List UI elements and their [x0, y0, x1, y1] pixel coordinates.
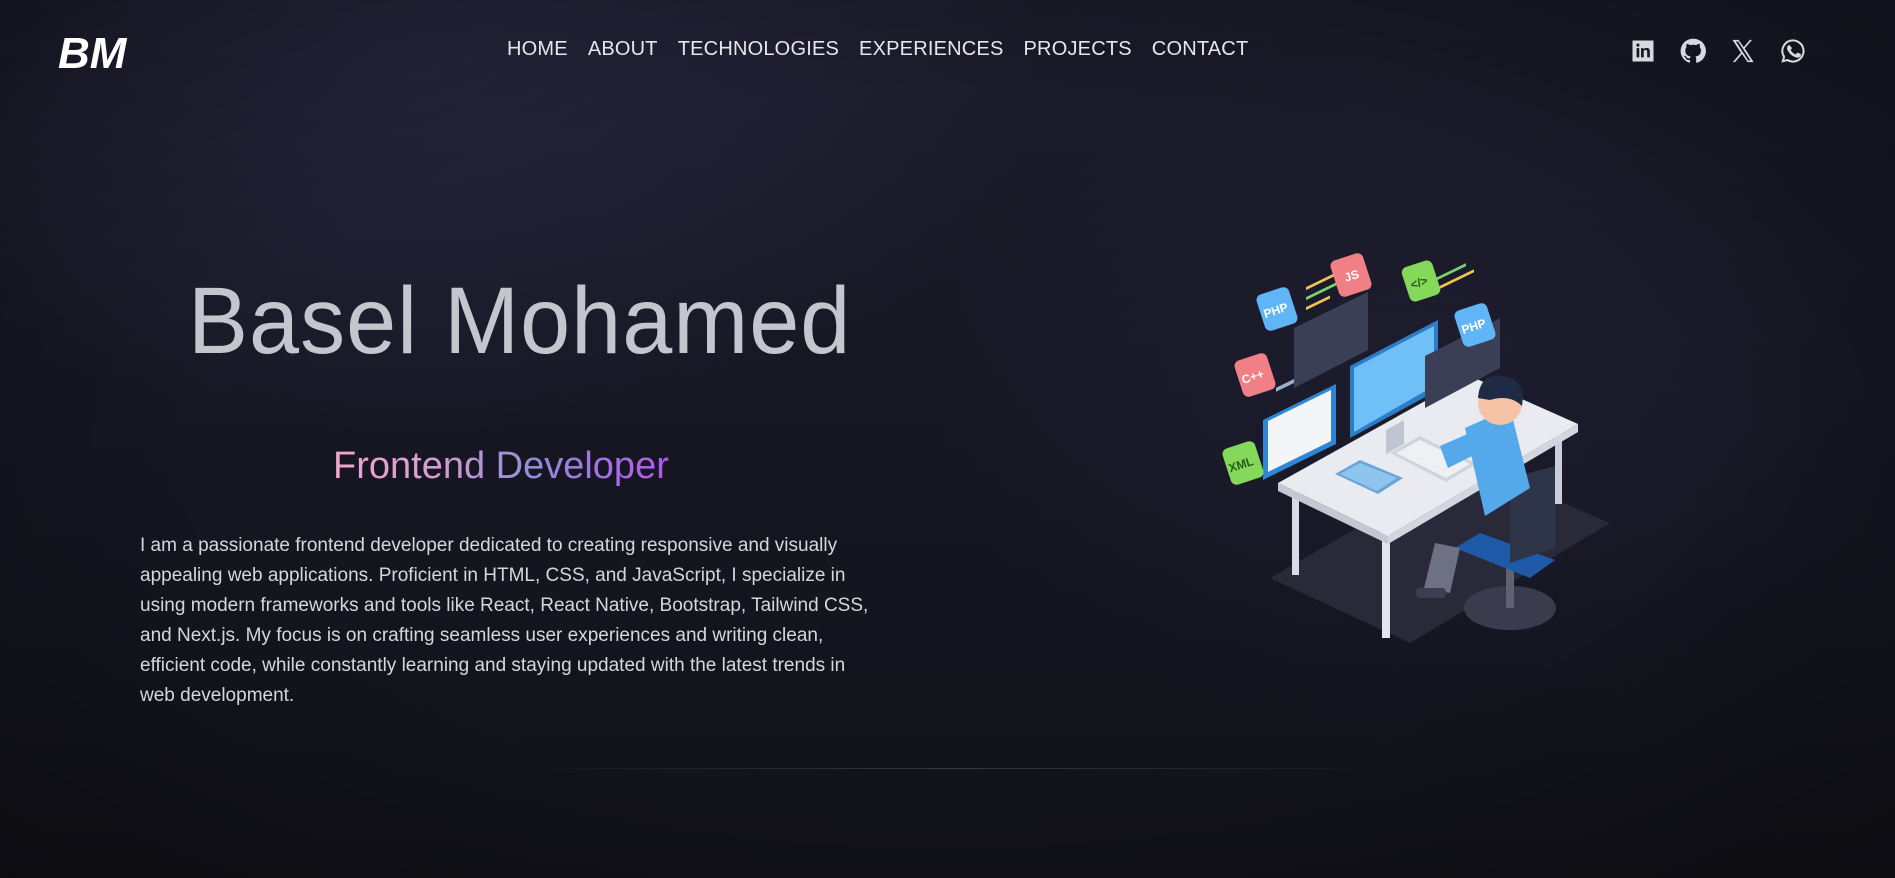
nav-technologies[interactable]: TECHNOLOGIES: [678, 38, 839, 61]
section-divider: [490, 768, 1420, 769]
nav-projects[interactable]: PROJECTS: [1024, 38, 1132, 61]
nav-contact[interactable]: CONTACT: [1152, 38, 1249, 61]
x-icon[interactable]: [1728, 36, 1758, 66]
linkedin-icon[interactable]: [1628, 36, 1658, 66]
nav-home[interactable]: HOME: [507, 38, 568, 61]
whatsapp-icon[interactable]: [1778, 36, 1808, 66]
developer-illustration: PHP JS </> PHP C++ XML: [1222, 253, 1610, 643]
hero-role: Frontend Developer: [333, 445, 669, 487]
nav-about[interactable]: ABOUT: [588, 38, 658, 61]
social-links: [1628, 36, 1808, 66]
main-nav: HOME ABOUT TECHNOLOGIES EXPERIENCES PROJ…: [507, 38, 1268, 61]
hero-description: I am a passionate frontend developer ded…: [140, 535, 869, 706]
nav-experiences[interactable]: EXPERIENCES: [859, 38, 1003, 61]
hero-name: Basel Mohamed: [188, 269, 852, 375]
logo[interactable]: BM: [56, 26, 136, 76]
github-icon[interactable]: [1678, 36, 1708, 66]
logo-text: BM: [58, 29, 128, 76]
